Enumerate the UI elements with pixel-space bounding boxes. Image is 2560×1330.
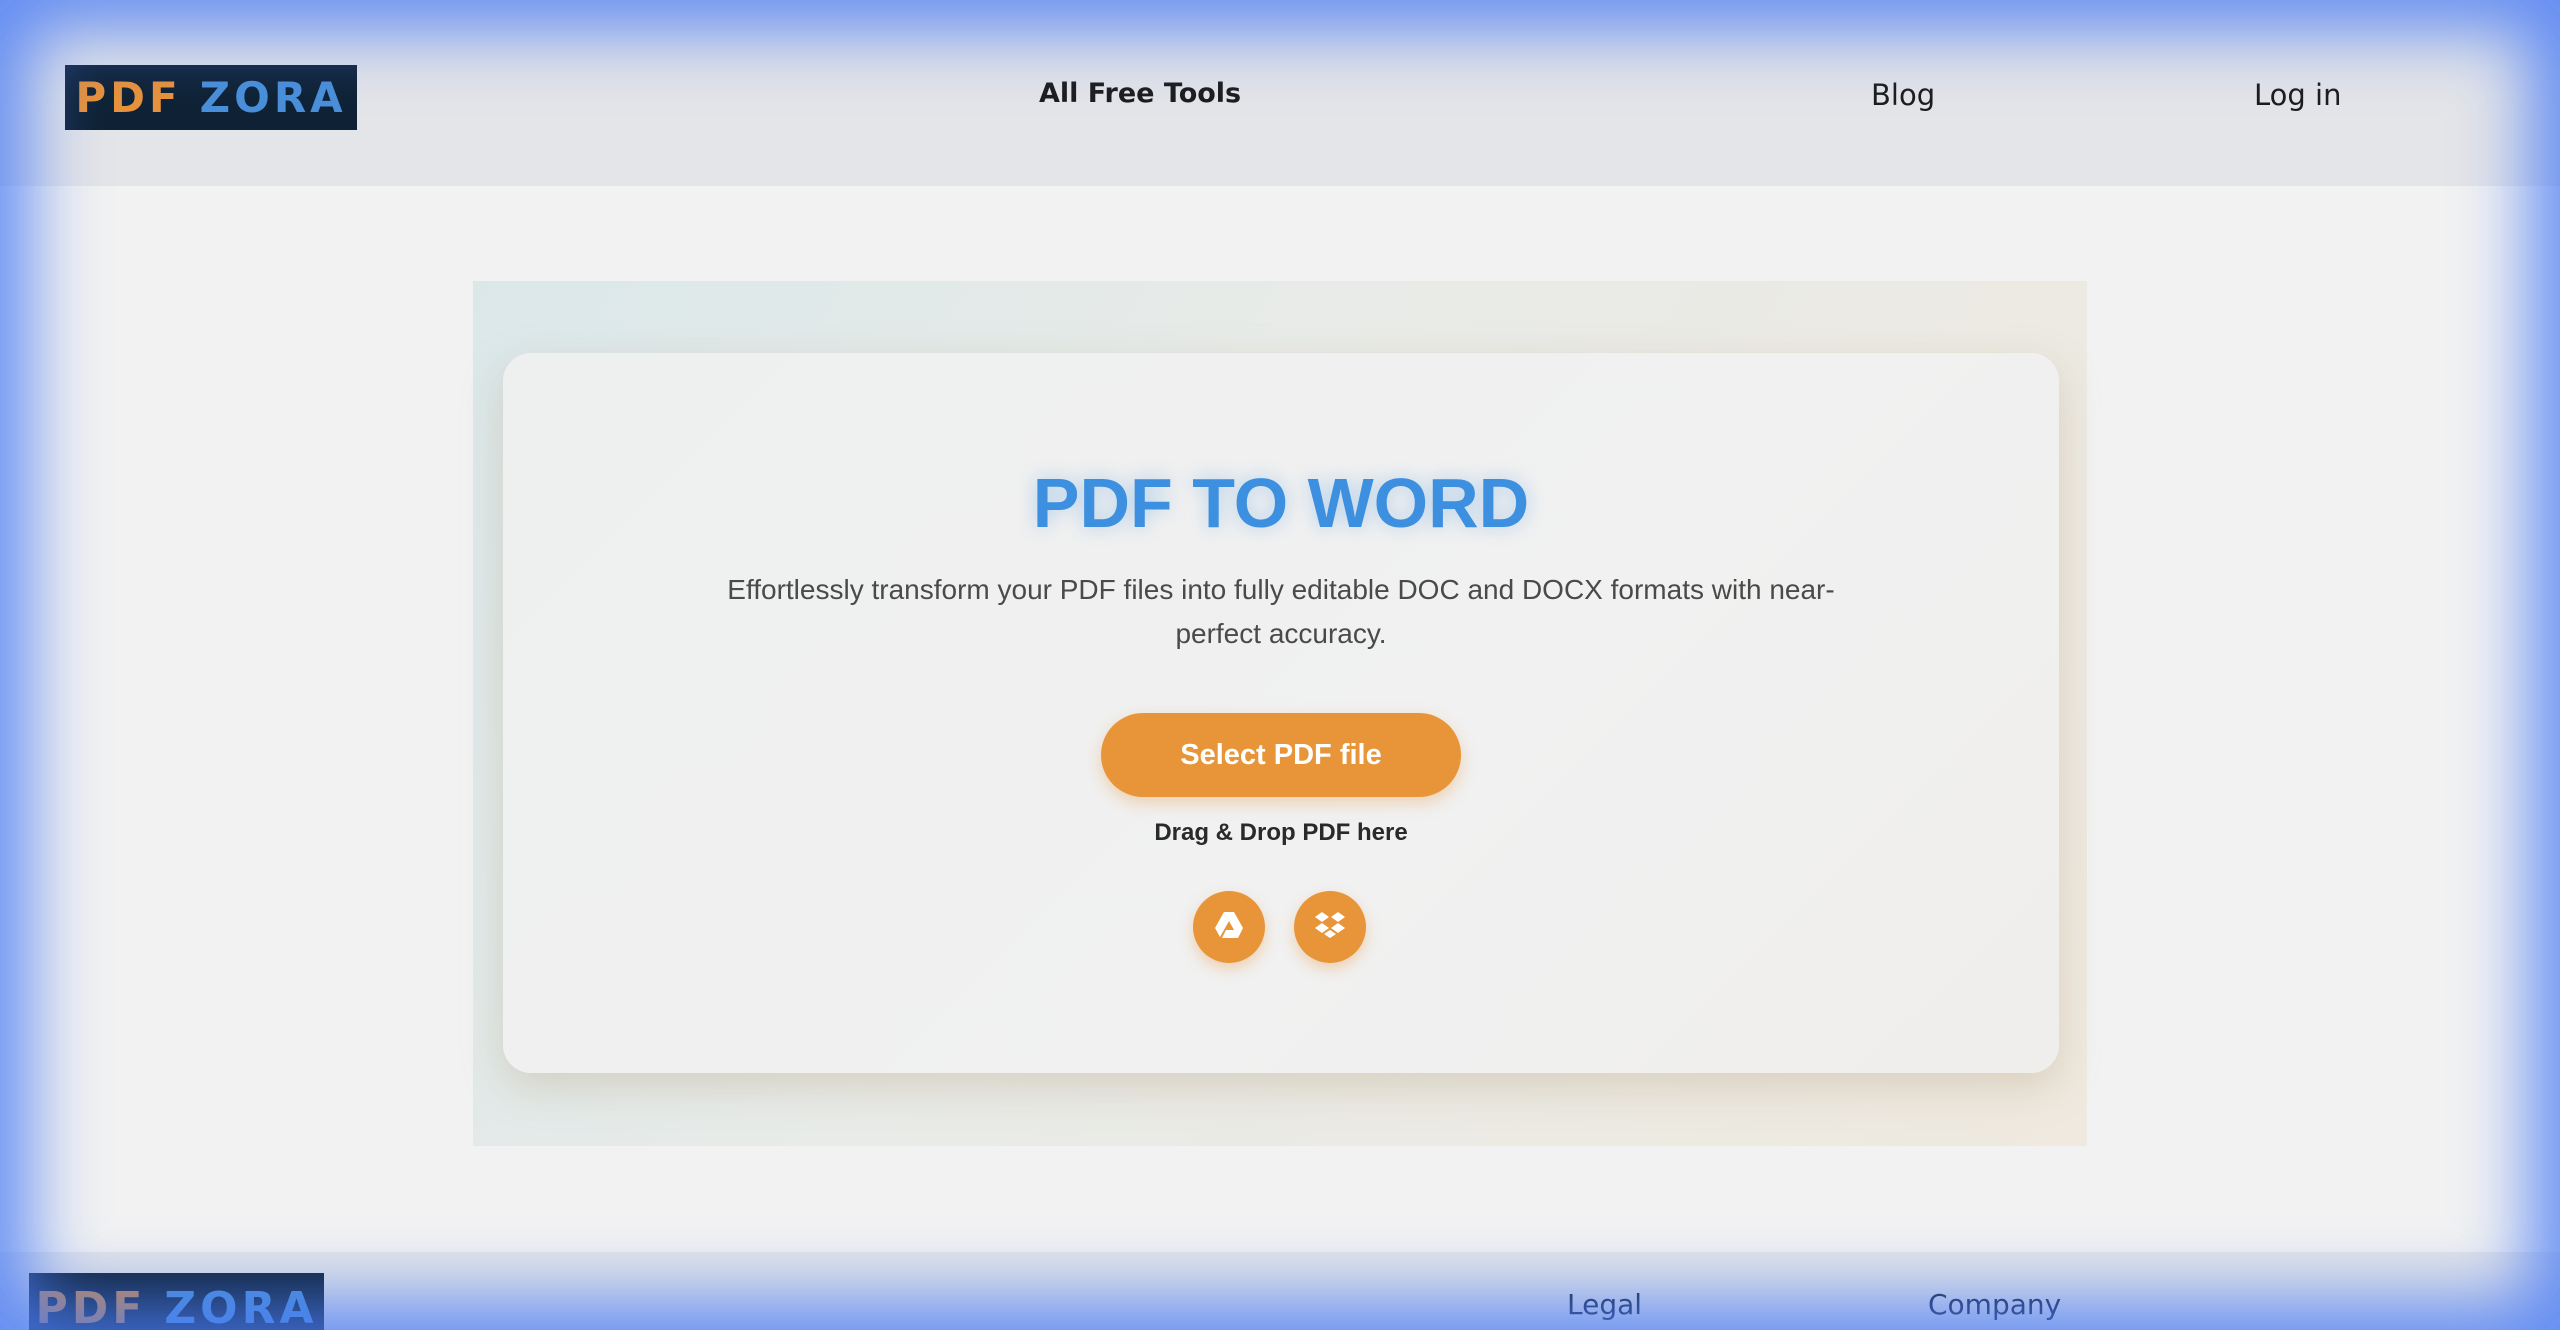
pdfzora-logo[interactable]: PDF ZORA: [65, 65, 357, 130]
footer-heading-legal: Legal: [1567, 1288, 1643, 1321]
footer-logo-pdf-text: PDF: [35, 1282, 147, 1330]
page-description: Effortlessly transform your PDF files in…: [727, 574, 1835, 649]
google-drive-icon: [1214, 911, 1244, 944]
select-pdf-button[interactable]: Select PDF file: [1101, 713, 1461, 797]
google-drive-button[interactable]: [1193, 891, 1265, 963]
logo-zora-text: ZORA: [199, 73, 347, 122]
site-header: PDF ZORA All Free Tools Blog Log in: [0, 0, 2560, 186]
site-footer: PDF ZORA Legal Company: [0, 1252, 2560, 1330]
logo-pdf-text: PDF: [75, 73, 182, 122]
hero-section: PDF TO WORD Effortlessly transform your …: [473, 281, 2087, 1146]
nav-login[interactable]: Log in: [2254, 78, 2341, 112]
dropbox-button[interactable]: [1294, 891, 1366, 963]
upload-card: PDF TO WORD Effortlessly transform your …: [503, 353, 2059, 1073]
drag-drop-label: Drag & Drop PDF here: [1154, 819, 1408, 846]
page-title: PDF TO WORD: [1032, 464, 1530, 542]
nav-blog[interactable]: Blog: [1871, 78, 1935, 112]
footer-logo[interactable]: PDF ZORA: [29, 1273, 324, 1330]
nav-all-free-tools[interactable]: All Free Tools: [1039, 78, 1241, 109]
footer-heading-company: Company: [1928, 1288, 2062, 1321]
footer-logo-zora-text: ZORA: [164, 1282, 318, 1330]
dropbox-icon: [1314, 911, 1346, 944]
